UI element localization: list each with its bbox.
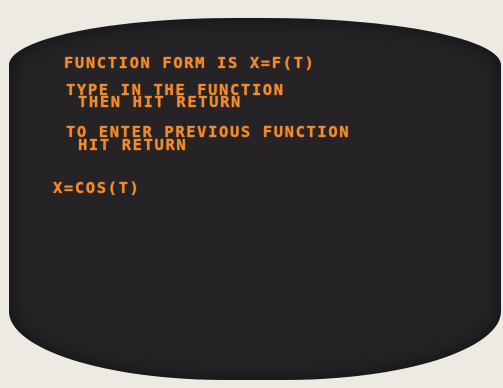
function-input[interactable]: X=COS(T) <box>53 180 140 196</box>
instruction-line-2: THEN HIT RETURN <box>78 93 242 111</box>
function-form-text: FUNCTION FORM IS X=F(T) <box>64 54 316 72</box>
photo-frame: FUNCTION FORM IS X=F(T) TYPE IN THE FUNC… <box>0 0 503 388</box>
previous-function-line-2: HIT RETURN <box>78 136 188 154</box>
terminal-output: FUNCTION FORM IS X=F(T) TYPE IN THE FUNC… <box>0 0 503 388</box>
